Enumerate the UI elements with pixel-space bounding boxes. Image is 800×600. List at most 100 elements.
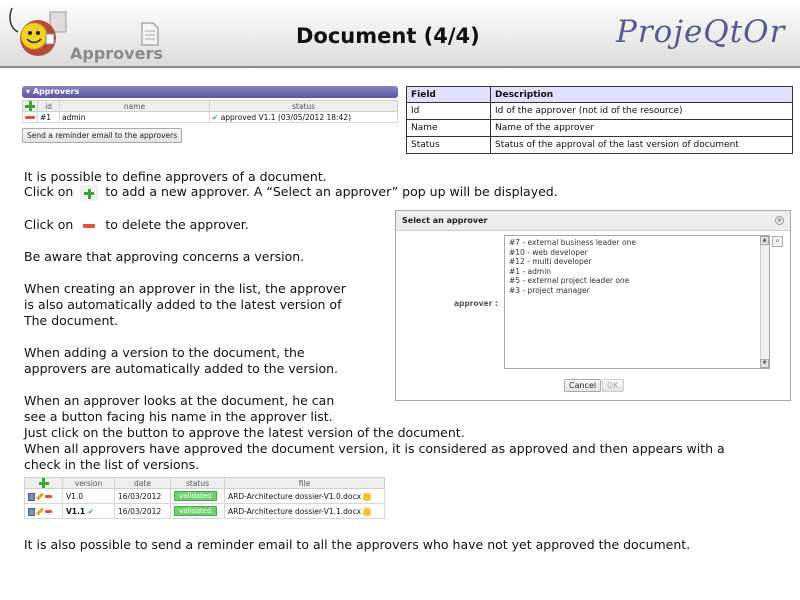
document-icon[interactable] [28, 507, 35, 516]
paragraph-intro: It is possible to define approvers of a … [24, 169, 327, 184]
paragraph-creating-3: The document. [24, 313, 119, 328]
paragraph-add-end: to add a new approver. A “Select an appr… [105, 184, 558, 199]
status-badge: validated [174, 506, 217, 516]
table-row: V1.1 ✔ 16/03/2012 validated ARD-Architec… [24, 503, 385, 519]
list-item[interactable]: #5 - external project leader one [509, 276, 765, 286]
paragraph-approved-2: check in the list of versions. [24, 457, 200, 472]
paragraph-creating-2: is also automatically added to the lates… [24, 297, 342, 312]
scroll-down-icon[interactable]: ▼ [760, 359, 769, 368]
list-item[interactable]: #3 - project manager [509, 286, 765, 296]
table-row: Id Id of the approver (not id of the res… [406, 102, 793, 120]
field-description: Id of the approver (not id of the resour… [490, 102, 793, 120]
delete-icon[interactable] [45, 510, 52, 513]
paragraph-version: Be aware that approving concerns a versi… [24, 249, 305, 264]
paragraph-approving-3: Just click on the button to approve the … [24, 425, 465, 440]
column-header-field: Field [406, 86, 491, 103]
approvers-panel: ▾ Approvers id name status #1 admin ✔ ap… [22, 86, 398, 143]
delete-icon[interactable] [45, 495, 52, 498]
status-badge: validated [174, 491, 217, 501]
paragraph-adding-1: When adding a version to the document, t… [24, 345, 305, 360]
version-label: V1.1 [66, 506, 86, 516]
approver-id: #1 [37, 111, 60, 123]
paragraph-creating-1: When creating an approver in the list, t… [24, 281, 346, 296]
file-name[interactable]: ARD-Architecture dossier-V1.0.docx [228, 492, 361, 501]
paragraph-approving-2: see a button facing his name in the appr… [24, 409, 333, 424]
paragraph-reminder: It is also possible to send a reminder e… [24, 537, 691, 552]
approver-label: approver : [454, 299, 498, 308]
close-icon[interactable]: × [775, 216, 784, 225]
page-title: Document (4/4) [296, 24, 480, 48]
check-icon: ✔ [87, 506, 95, 516]
field-description: Name of the approver [490, 119, 793, 137]
approvers-panel-header[interactable]: ▾ Approvers [22, 86, 398, 98]
scroll-up-icon[interactable]: ▲ [760, 236, 769, 245]
field-name: Name [406, 119, 491, 137]
approvers-panel-title: Approvers [32, 87, 80, 96]
add-icon[interactable] [38, 478, 49, 488]
versions-table: version date status file V1.0 16/03/2012… [24, 477, 385, 519]
version-date: 16/03/2012 [114, 503, 171, 519]
send-reminder-button[interactable]: Send a reminder email to the approvers [22, 128, 183, 143]
paragraph-approving-1: When an approver looks at the document, … [24, 393, 335, 408]
delete-icon [80, 218, 98, 234]
paragraph-add-start: Click on [24, 184, 74, 199]
edit-icon[interactable] [36, 507, 44, 516]
table-row: Name Name of the approver [406, 119, 793, 137]
dialog-title: Select an approver × [396, 211, 790, 231]
slide-header: Approvers Document (4/4) ProjeQtOr [0, 0, 800, 68]
column-header-description: Description [490, 86, 793, 103]
field-name: Id [406, 102, 491, 120]
document-icon[interactable] [28, 492, 35, 501]
paragraph-delete: Click on to delete the approver. [24, 217, 249, 234]
column-header-version: version [62, 477, 115, 489]
approver-status: approved V1.1 (03/05/2012 18:42) [220, 112, 352, 122]
paragraph-delete-start: Click on [24, 217, 74, 232]
mascot-logo-icon [9, 7, 67, 56]
ok-button[interactable]: OK [602, 379, 624, 392]
edit-icon[interactable] [36, 492, 44, 501]
paragraph-delete-end: to delete the approver. [105, 217, 249, 232]
list-item[interactable]: #1 - admin [509, 267, 765, 277]
section-label: Approvers [70, 44, 163, 63]
table-row: Status Status of the approval of the las… [406, 136, 793, 154]
fields-table: Field Description Id Id of the approver … [406, 86, 793, 154]
column-header-status: status [170, 477, 225, 489]
version-label: V1.0 [62, 488, 115, 504]
file-name[interactable]: ARD-Architecture dossier-V1.1.docx [228, 507, 361, 516]
download-icon[interactable] [363, 492, 372, 501]
table-row: #1 admin ✔ approved V1.1 (03/05/2012 18:… [22, 111, 398, 123]
add-icon [80, 184, 99, 201]
column-header-name: name [59, 100, 210, 112]
approvers-table: id name status #1 admin ✔ approved V1.1 … [22, 100, 398, 123]
listbox-scrollbar[interactable]: ▲ ▼ [760, 236, 769, 368]
version-date: 16/03/2012 [114, 488, 171, 504]
add-icon[interactable] [25, 101, 35, 111]
approver-name: admin [59, 111, 210, 123]
paragraph-approved-1: When all approvers have approved the doc… [24, 441, 725, 456]
field-description: Status of the approval of the last versi… [490, 136, 793, 154]
column-header-status: status [209, 100, 398, 112]
add-version-header[interactable] [24, 477, 63, 489]
column-header-date: date [114, 477, 171, 489]
select-approver-dialog: Select an approver × approver : #7 - ext… [395, 210, 791, 401]
download-icon[interactable] [363, 507, 372, 516]
search-icon[interactable]: ⌕ [772, 236, 783, 247]
check-icon: ✔ [212, 112, 219, 122]
paragraph-adding-2: approvers are automatically added to the… [24, 361, 339, 376]
list-item[interactable]: #12 - multi developer [509, 257, 765, 267]
add-approver-header[interactable] [22, 100, 38, 112]
paragraph-add: Click on to add a new approver. A “Selec… [24, 184, 558, 201]
approver-listbox[interactable]: #7 - external business leader one #10 - … [504, 235, 770, 369]
fields-table-header: Field Description [406, 86, 793, 103]
approvers-table-header: id name status [22, 100, 398, 112]
dialog-title-text: Select an approver [402, 216, 488, 225]
cancel-button[interactable]: Cancel [564, 379, 602, 392]
versions-table-header: version date status file [24, 477, 385, 489]
field-name: Status [406, 136, 491, 154]
delete-icon[interactable] [25, 116, 35, 119]
document-icon [141, 22, 159, 46]
table-row: V1.0 16/03/2012 validated ARD-Architectu… [24, 488, 385, 504]
column-header-file: file [224, 477, 385, 489]
list-item[interactable]: #10 - web developer [509, 248, 765, 258]
list-item[interactable]: #7 - external business leader one [509, 238, 765, 248]
